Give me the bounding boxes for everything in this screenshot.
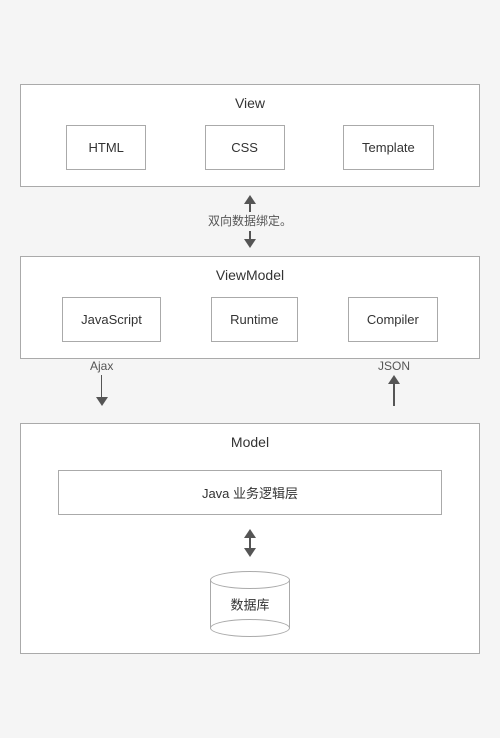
css-box: CSS: [205, 125, 285, 170]
model-title: Model: [37, 434, 463, 450]
json-connector: JSON: [378, 359, 410, 406]
model-inner: Java 业务逻辑层 数据库: [37, 464, 463, 637]
view-title: View: [37, 95, 463, 111]
template-box: Template: [343, 125, 434, 170]
db-arrow-down-icon: [244, 548, 256, 557]
bidirectional-label: 双向数据绑定。: [208, 212, 292, 229]
viewmodel-layer: ViewModel JavaScript Runtime Compiler: [20, 256, 480, 359]
cylinder-top: [210, 571, 290, 589]
javascript-box: JavaScript: [62, 297, 161, 342]
arrow-down-container: [244, 231, 256, 248]
v-line-bottom: [249, 231, 251, 239]
db-line-top: [249, 538, 251, 548]
viewmodel-boxes-row: JavaScript Runtime Compiler: [37, 297, 463, 342]
html-box: HTML: [66, 125, 146, 170]
architecture-diagram: View HTML CSS Template 双向数据绑定。 ViewModel…: [20, 84, 480, 654]
compiler-box: Compiler: [348, 297, 438, 342]
db-arrow-up-icon: [244, 529, 256, 538]
cylinder-bottom: [210, 619, 290, 637]
ajax-connector: Ajax: [90, 359, 113, 406]
arrow-up-icon: [244, 195, 256, 204]
viewmodel-title: ViewModel: [37, 267, 463, 283]
view-viewmodel-connector: 双向数据绑定。: [208, 187, 292, 256]
database-cylinder: 数据库: [210, 571, 290, 637]
view-boxes-row: HTML CSS Template: [37, 125, 463, 170]
db-arrow: [244, 529, 256, 557]
json-line: [393, 384, 395, 406]
ajax-arrow-down-icon: [96, 397, 108, 406]
ajax-label: Ajax: [90, 359, 113, 373]
runtime-box: Runtime: [211, 297, 297, 342]
json-label: JSON: [378, 359, 410, 373]
model-layer: Model Java 业务逻辑层 数据库: [20, 423, 480, 654]
ajax-line: [101, 375, 103, 397]
arrow-down-icon: [244, 239, 256, 248]
arrow-up-container: [244, 195, 256, 212]
split-connector: Ajax JSON: [20, 359, 480, 423]
view-layer: View HTML CSS Template: [20, 84, 480, 187]
db-label: 数据库: [230, 595, 269, 614]
json-arrow-up-icon: [388, 375, 400, 384]
java-box: Java 业务逻辑层: [58, 470, 441, 515]
v-line-top: [249, 204, 251, 212]
